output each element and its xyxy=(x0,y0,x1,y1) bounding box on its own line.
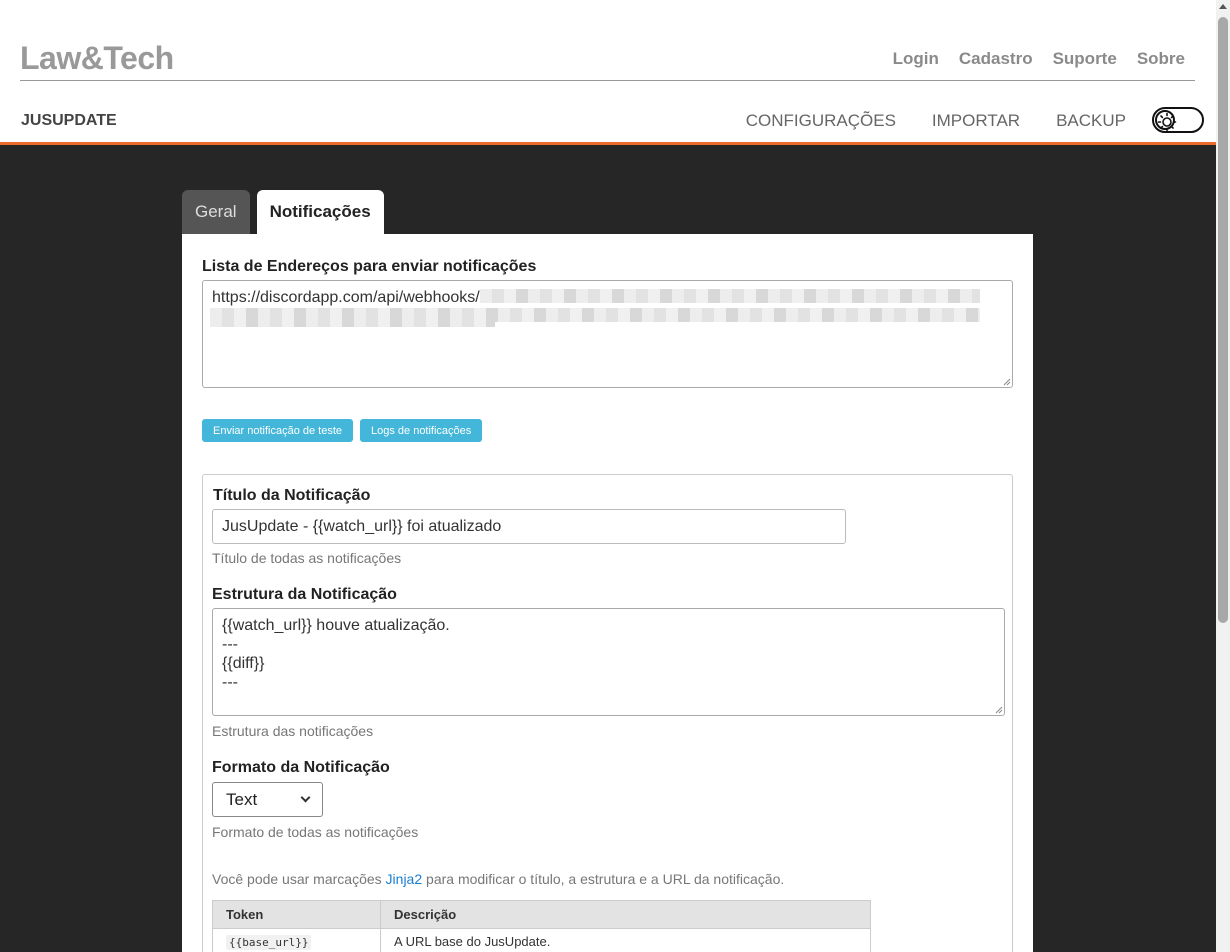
title-help: Título de todas as notificações xyxy=(212,550,402,566)
format-label: Formato da Notificação xyxy=(212,759,390,776)
cadastro-link[interactable]: Cadastro xyxy=(959,49,1033,69)
body-help: Estrutura das notificações xyxy=(212,723,374,739)
menu-configuracoes[interactable]: CONFIGURAÇÕES xyxy=(746,111,896,131)
urls-textarea[interactable]: https://discordapp.com/api/webhooks/ xyxy=(202,280,1013,388)
resize-handle-icon[interactable] xyxy=(995,706,1003,714)
theme-toggle[interactable] xyxy=(1152,107,1204,133)
column-header-descricao: Descrição xyxy=(380,900,871,929)
info-suffix: para modificar o título, a estrutura e a… xyxy=(422,871,785,887)
resize-handle-icon[interactable] xyxy=(1003,378,1011,386)
body-label: Estrutura da Notificação xyxy=(212,586,397,603)
send-test-notification-button[interactable]: Enviar notificação de teste xyxy=(202,419,354,442)
scrollbar-thumb[interactable] xyxy=(1218,17,1228,623)
format-selected-value: Text xyxy=(226,789,258,809)
brand-logo[interactable]: Law&Tech xyxy=(20,40,174,77)
page-scrollbar[interactable] xyxy=(1216,0,1230,952)
top-nav: Login Cadastro Suporte Sobre xyxy=(893,49,1185,69)
menu-backup[interactable]: BACKUP xyxy=(1056,111,1126,131)
settings-tabs: Geral Notificações xyxy=(182,190,384,234)
body-line: --- xyxy=(222,636,238,653)
app-name[interactable]: JUSUPDATE xyxy=(21,112,117,130)
token-table: Token Descrição {{base_url}} A URL base … xyxy=(212,900,871,952)
body-line: {{diff}} xyxy=(222,655,265,672)
description-cell: A URL base do JusUpdate. xyxy=(380,928,871,952)
title-label: Título da Notificação xyxy=(213,487,371,504)
scroll-up-icon[interactable] xyxy=(1219,4,1227,9)
jinja-info-text: Você pode usar marcações Jinja2 para mod… xyxy=(212,871,784,887)
body-textarea[interactable]: {{watch_url}} houve atualização. --- {{d… xyxy=(212,608,1005,716)
format-help: Formato de todas as notificações xyxy=(212,824,419,840)
body-line: {{watch_url}} houve atualização. xyxy=(222,617,450,634)
urls-value: https://discordapp.com/api/webhooks/ xyxy=(212,289,480,306)
table-header-row: Token Descrição xyxy=(212,900,871,929)
tab-geral[interactable]: Geral xyxy=(182,190,250,234)
chevron-down-icon xyxy=(300,792,311,803)
redacted-token xyxy=(480,289,980,303)
top-header: Law&Tech Login Cadastro Suporte Sobre JU… xyxy=(0,0,1216,145)
column-header-token: Token xyxy=(212,900,381,929)
title-input[interactable]: JusUpdate - {{watch_url}} foi atualizado xyxy=(212,509,846,544)
body-line: --- xyxy=(222,674,238,691)
format-select[interactable]: Text xyxy=(212,782,323,817)
sun-icon xyxy=(1155,110,1177,132)
token-code: {{base_url}} xyxy=(226,935,312,950)
table-row: {{base_url}} A URL base do JusUpdate. xyxy=(212,928,871,952)
suporte-link[interactable]: Suporte xyxy=(1053,49,1117,69)
urls-label: Lista de Endereços para enviar notificaç… xyxy=(202,258,537,275)
notification-logs-button[interactable]: Logs de notificações xyxy=(360,419,483,442)
jinja2-link[interactable]: Jinja2 xyxy=(386,871,423,887)
tab-notificacoes[interactable]: Notificações xyxy=(256,190,384,234)
redacted-token xyxy=(210,317,495,327)
main-menu: CONFIGURAÇÕES IMPORTAR BACKUP xyxy=(746,111,1126,131)
notification-settings-box: Título da Notificação JusUpdate - {{watc… xyxy=(202,474,1013,952)
login-link[interactable]: Login xyxy=(893,49,939,69)
token-cell: {{base_url}} xyxy=(212,928,381,952)
notifications-panel: Lista de Endereços para enviar notificaç… xyxy=(182,234,1033,952)
info-prefix: Você pode usar marcações xyxy=(212,871,386,887)
header-divider xyxy=(20,80,1195,81)
menu-importar[interactable]: IMPORTAR xyxy=(932,111,1020,131)
sobre-link[interactable]: Sobre xyxy=(1137,49,1185,69)
